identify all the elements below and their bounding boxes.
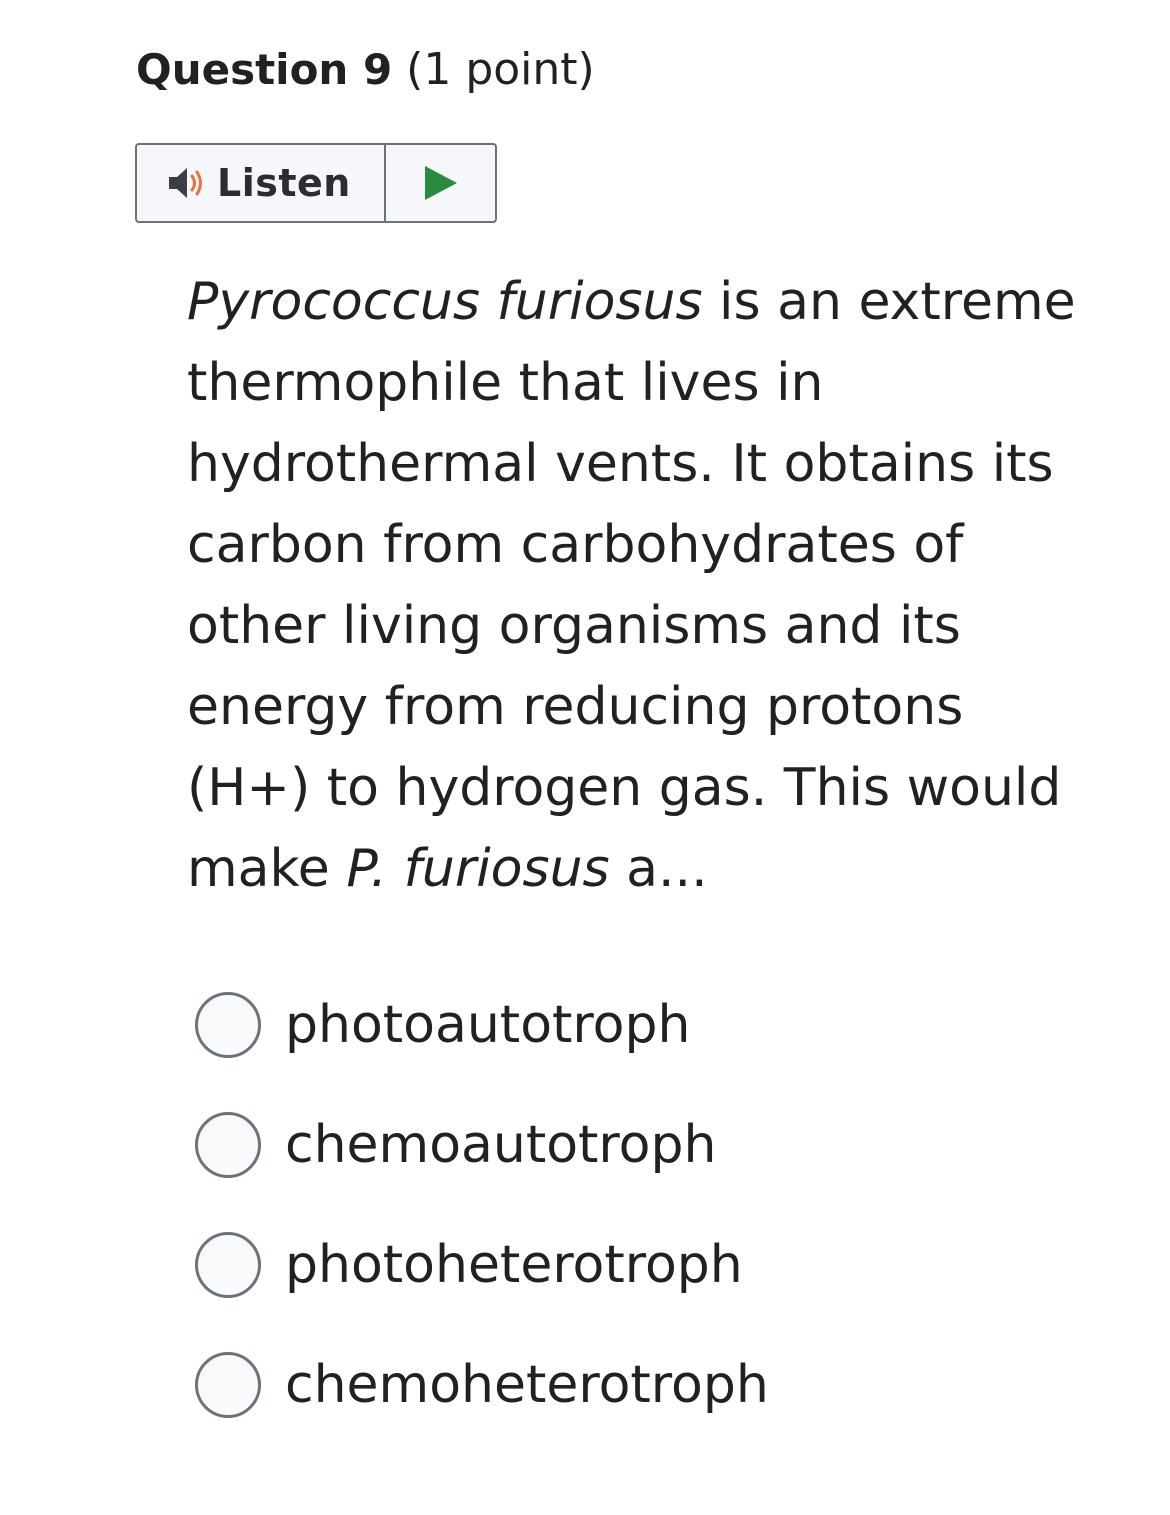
option-label[interactable]: chemoheterotroph [285,1355,769,1415]
answer-options: photoautotroph chemoautotroph photoheter… [195,988,769,1468]
question-text: Pyrococcus furiosus is an extreme thermo… [187,262,1077,910]
question-header: Question 9 (1 point) [136,44,595,97]
play-icon [424,166,457,200]
radio-button[interactable] [195,1112,261,1178]
option-chemoheterotroph[interactable]: chemoheterotroph [195,1348,769,1422]
species-abbrev: P. furiosus [346,839,610,899]
species-name: Pyrococcus furiosus [187,272,703,332]
listen-button[interactable]: Listen [137,145,386,221]
radio-button[interactable] [195,1232,261,1298]
play-button[interactable] [386,145,495,221]
question-text-part1: is an extreme thermophile that lives in … [187,272,1076,899]
option-chemoautotroph[interactable]: chemoautotroph [195,1108,769,1182]
question-points: (1 point) [406,44,595,95]
option-label[interactable]: chemoautotroph [285,1115,716,1175]
option-label[interactable]: photoautotroph [285,995,690,1055]
question-number: Question 9 [136,45,393,94]
radio-button[interactable] [195,1352,261,1418]
option-photoheterotroph[interactable]: photoheterotroph [195,1228,769,1302]
option-label[interactable]: photoheterotroph [285,1235,743,1295]
question-text-part2: a... [609,839,708,899]
speaker-icon [169,168,202,198]
radio-button[interactable] [195,992,261,1058]
listen-widget: Listen [135,143,497,223]
listen-label: Listen [217,161,351,205]
option-photoautotroph[interactable]: photoautotroph [195,988,769,1062]
